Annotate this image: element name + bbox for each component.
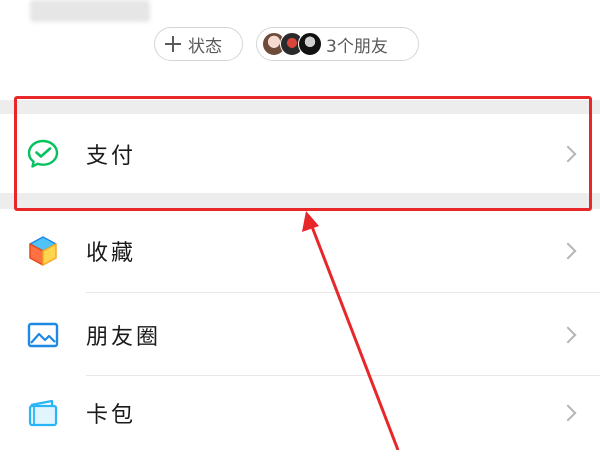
chevron-right-icon — [559, 404, 577, 422]
friends-status-chip[interactable]: 3个朋友 — [256, 27, 419, 61]
menu-item-moments[interactable]: 朋友圈 — [0, 293, 600, 376]
moments-image-icon — [27, 322, 59, 347]
menu-item-card-wallet[interactable]: 卡包 — [0, 376, 600, 450]
menu-item-label: 朋友圈 — [86, 324, 162, 350]
chevron-right-icon — [559, 242, 577, 260]
add-status-button[interactable]: 状态 — [154, 27, 243, 61]
card-wallet-icon — [28, 399, 58, 427]
annotation-highlight-box — [14, 96, 592, 211]
friends-chip-label: 3个朋友 — [326, 36, 388, 57]
plus-icon — [165, 36, 181, 52]
blurred-nickname — [30, 0, 150, 22]
menu-item-label: 卡包 — [86, 403, 137, 428]
menu-item-label: 收藏 — [86, 241, 137, 266]
favorites-cube-icon — [29, 236, 57, 266]
status-chip-label: 状态 — [188, 36, 222, 57]
menu-item-favorites[interactable]: 收藏 — [0, 209, 600, 293]
friend-avatar — [298, 32, 322, 56]
chevron-right-icon — [559, 326, 577, 343]
